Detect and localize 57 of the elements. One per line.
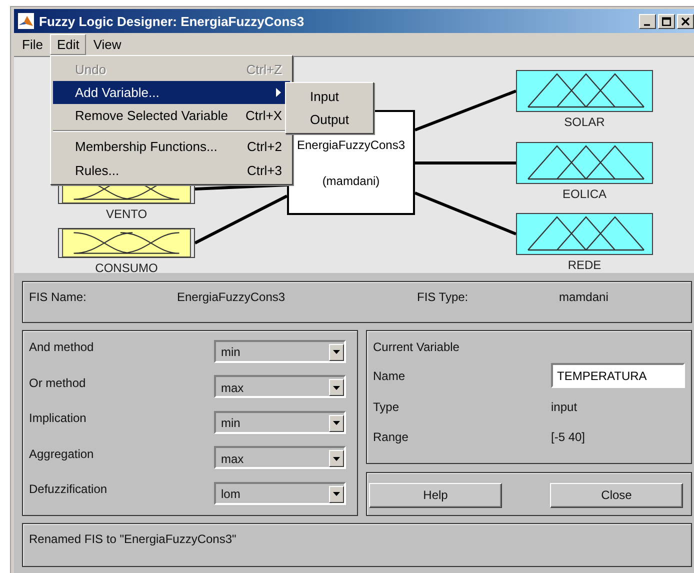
method-dropdown[interactable]: max <box>214 375 346 398</box>
input-membership-drawing[interactable] <box>58 228 195 258</box>
minimize-icon <box>643 24 652 26</box>
method-label: Aggregation <box>29 446 94 460</box>
type-label: Type <box>373 400 400 414</box>
fis-type-label: FIS Type: <box>417 290 470 304</box>
range-label: Range <box>373 430 410 444</box>
dialog-button[interactable]: Close <box>550 482 683 508</box>
dialog-button[interactable]: Help <box>369 482 502 508</box>
input-variable-label: CONSUMO <box>94 261 159 273</box>
menu-item[interactable]: Input <box>288 85 371 108</box>
app-logo-icon <box>18 13 34 30</box>
system-name: EnergiaFuzzyCons3 <box>296 138 406 152</box>
caret-icon <box>329 344 344 360</box>
caret-icon <box>329 450 344 467</box>
input-variable-label: VENTO <box>104 207 148 221</box>
maximize-button[interactable] <box>658 14 675 29</box>
minimize-button[interactable] <box>639 14 656 29</box>
range-value: [-5 40] <box>551 430 586 444</box>
menu-item[interactable]: Add Variable... <box>53 81 290 104</box>
method-label: And method <box>29 340 94 354</box>
method-dropdown[interactable]: max <box>214 446 346 469</box>
menu-item[interactable]: Edit <box>50 34 86 56</box>
caret-icon <box>329 486 344 502</box>
output-variable-label: REDE <box>566 258 602 272</box>
method-label: Or method <box>29 376 86 390</box>
output-variable-label: EOLICA <box>561 187 608 201</box>
menu-item[interactable]: Membership Functions... Ctrl+2 <box>53 130 290 159</box>
fis-name-value: EnergiaFuzzyCons3 <box>177 290 286 304</box>
method-label: Defuzzification <box>29 482 108 496</box>
menu-item[interactable]: File <box>15 34 50 56</box>
caret-icon <box>329 414 344 432</box>
close-icon <box>681 16 690 26</box>
fis-type-value: mamdani <box>559 290 610 304</box>
menu-item[interactable]: View <box>86 34 128 56</box>
name-input-field[interactable]: TEMPERATURA <box>551 363 685 388</box>
type-value: input <box>551 400 578 414</box>
output-membership-drawing[interactable] <box>516 70 653 112</box>
panel-title: Current Variable <box>373 339 460 354</box>
method-dropdown[interactable]: lom <box>214 482 346 504</box>
method-dropdown[interactable]: min <box>214 340 346 362</box>
menu-item[interactable]: Rules... Ctrl+3 <box>53 159 290 182</box>
window-title: Fuzzy Logic Designer: EnergiaFuzzyCons3 <box>39 14 306 29</box>
maximize-icon <box>662 16 671 26</box>
output-variable-label: SOLAR <box>563 115 606 129</box>
output-membership-drawing[interactable] <box>516 142 653 184</box>
fis-name-label: FIS Name: <box>29 290 88 304</box>
system-type: (mamdani) <box>322 174 380 188</box>
close-button[interactable] <box>677 14 694 29</box>
submenu-arrow-icon <box>276 88 282 97</box>
menu-item[interactable]: Output <box>288 108 371 131</box>
method-dropdown[interactable]: min <box>214 410 346 434</box>
output-membership-drawing[interactable] <box>516 213 653 255</box>
name-label: Name <box>373 369 406 383</box>
caret-icon <box>329 379 344 396</box>
method-label: Implication <box>29 411 86 425</box>
status-text: Renamed FIS to "EnergiaFuzzyCons3" <box>29 532 236 546</box>
